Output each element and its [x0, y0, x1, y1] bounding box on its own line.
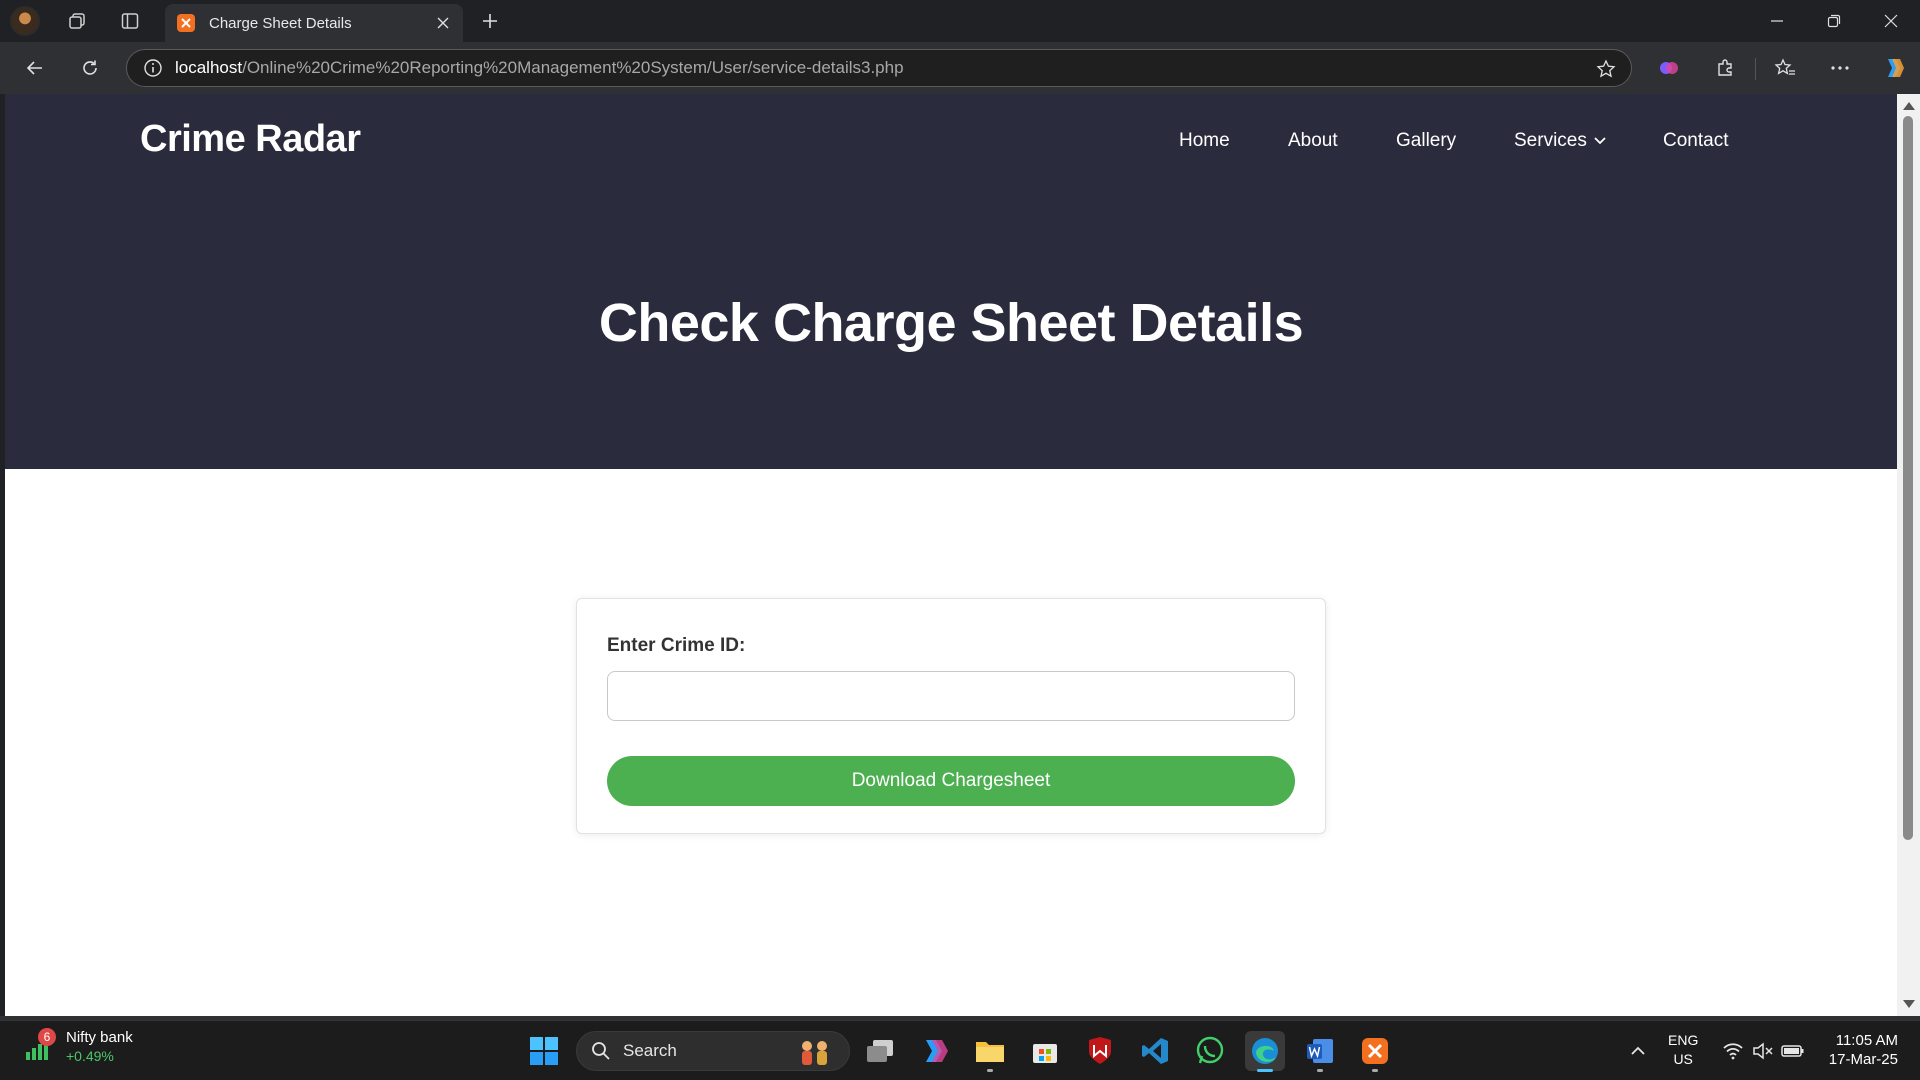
refresh-icon[interactable] [72, 51, 108, 85]
back-icon[interactable] [17, 51, 53, 85]
mcafee-icon[interactable] [1080, 1031, 1120, 1071]
running-indicator [1372, 1069, 1378, 1072]
minimize-icon[interactable] [1748, 0, 1806, 42]
nav-services-label: Services [1514, 130, 1587, 151]
scrollbar-thumb[interactable] [1903, 116, 1913, 840]
crime-id-label: Enter Crime ID: [607, 635, 746, 656]
widget-change: +0.49% [66, 1048, 114, 1064]
url-text[interactable]: localhost/Online%20Crime%20Reporting%20M… [175, 58, 904, 78]
battery-icon[interactable] [1773, 1031, 1813, 1071]
restore-icon[interactable] [1805, 0, 1863, 42]
word-icon[interactable] [1300, 1031, 1340, 1072]
favorites-icon[interactable] [1767, 51, 1803, 85]
running-indicator [1317, 1069, 1323, 1072]
market-widget[interactable]: 6 Nifty bank +0.49% [22, 1028, 133, 1065]
file-explorer-icon[interactable] [970, 1031, 1010, 1072]
search-highlight-icon [795, 1038, 833, 1066]
nav-about[interactable]: About [1288, 130, 1338, 152]
task-view-icon[interactable] [860, 1031, 900, 1071]
language-region: US [1673, 1051, 1693, 1067]
copilot-app-icon[interactable] [915, 1031, 955, 1071]
whatsapp-icon[interactable] [1190, 1031, 1230, 1071]
chevron-up-icon[interactable] [1618, 1031, 1658, 1071]
download-chargesheet-button[interactable]: Download Chargesheet [607, 756, 1295, 806]
search-icon [591, 1041, 611, 1061]
notification-badge: 6 [38, 1028, 56, 1046]
scroll-up-arrow-icon[interactable] [1903, 102, 1915, 110]
profile-avatar[interactable] [10, 6, 40, 36]
vertical-tabs-icon[interactable] [113, 6, 147, 36]
site-info-icon[interactable] [131, 58, 175, 78]
widget-name: Nifty bank [66, 1029, 133, 1046]
language-code: ENG [1668, 1032, 1699, 1048]
url-host: localhost [175, 58, 243, 77]
close-tab-icon[interactable] [429, 9, 457, 37]
search-label: Search [623, 1041, 677, 1060]
windows-taskbar: 6 Nifty bank +0.49% Search ENG US 11:05 … [0, 1020, 1920, 1080]
stock-chart-icon: 6 [22, 1028, 56, 1062]
url-path: /Online%20Crime%20Reporting%20Management… [242, 58, 904, 77]
tab-active[interactable]: Charge Sheet Details [165, 4, 463, 42]
tab-title: Charge Sheet Details [209, 14, 352, 32]
crime-id-input[interactable] [607, 671, 1295, 721]
nav-home[interactable]: Home [1179, 130, 1230, 152]
start-button[interactable] [524, 1031, 564, 1071]
toolbar-divider [1755, 58, 1756, 80]
clock-time: 11:05 AM [1835, 1032, 1898, 1049]
close-window-icon[interactable] [1862, 0, 1920, 42]
more-options-icon[interactable] [1822, 51, 1858, 85]
active-indicator [1257, 1069, 1273, 1072]
address-bar[interactable]: localhost/Online%20Crime%20Reporting%20M… [126, 49, 1632, 87]
nav-contact[interactable]: Contact [1663, 130, 1728, 152]
language-indicator[interactable]: ENG US [1668, 1031, 1698, 1069]
copilot-vision-icon[interactable] [1651, 51, 1687, 85]
hero-section: Crime Radar Home About Gallery Services … [5, 94, 1897, 469]
chevron-down-icon [1593, 136, 1607, 146]
workspaces-icon[interactable] [60, 6, 94, 36]
xampp-app-icon[interactable] [1355, 1031, 1395, 1072]
page-title: Check Charge Sheet Details [598, 293, 1304, 353]
tab-strip: Charge Sheet Details [0, 0, 1920, 42]
scroll-down-arrow-icon[interactable] [1903, 1000, 1915, 1008]
extensions-icon[interactable] [1707, 51, 1743, 85]
taskbar-search[interactable]: Search [576, 1031, 850, 1071]
vscode-icon[interactable] [1135, 1031, 1175, 1071]
nav-services[interactable]: Services [1514, 130, 1607, 152]
clock-date: 17-Mar-25 [1828, 1051, 1898, 1068]
page-scrollbar[interactable] [1897, 94, 1920, 1016]
browser-toolbar: localhost/Online%20Crime%20Reporting%20M… [0, 42, 1920, 94]
copilot-icon[interactable] [1876, 51, 1912, 85]
xampp-icon [177, 14, 195, 32]
site-brand[interactable]: Crime Radar [140, 118, 361, 161]
chargesheet-form-card: Enter Crime ID: Download Chargesheet [576, 598, 1326, 834]
microsoft-store-icon[interactable] [1025, 1031, 1065, 1071]
new-tab-icon[interactable] [474, 6, 506, 36]
favorite-star-icon[interactable] [1595, 58, 1617, 80]
edge-browser-icon[interactable] [1245, 1031, 1285, 1072]
system-clock[interactable]: 11:05 AM 17-Mar-25 [1818, 1031, 1898, 1069]
page-viewport: Crime Radar Home About Gallery Services … [5, 94, 1897, 1016]
running-indicator [987, 1069, 993, 1072]
nav-gallery[interactable]: Gallery [1396, 130, 1456, 152]
